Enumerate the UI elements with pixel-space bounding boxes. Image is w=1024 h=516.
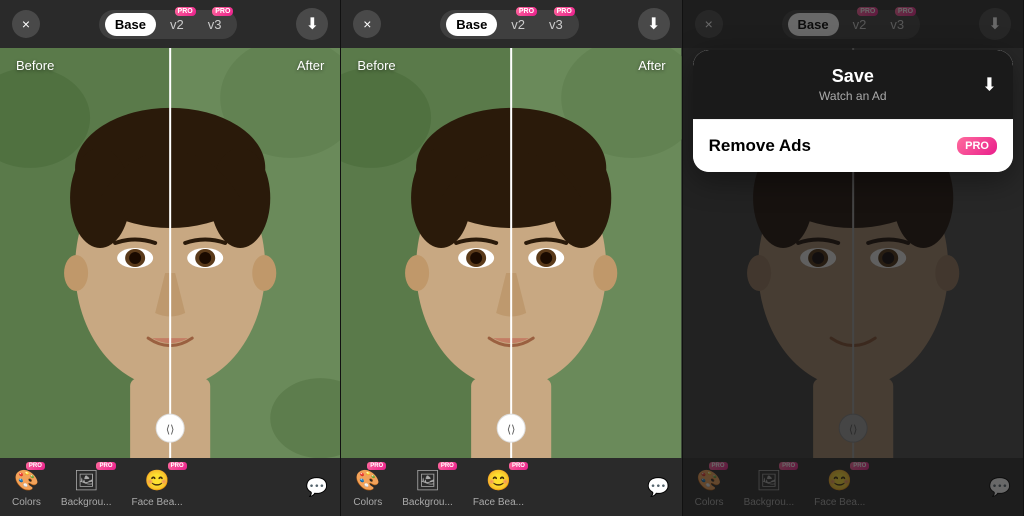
version-tabs-3: Base v2PRO v3PRO <box>782 10 921 39</box>
background-icon-2: 🖼 <box>414 466 442 494</box>
background-tool-2[interactable]: 🖼 Backgrou... PRO <box>402 466 453 508</box>
facebeauty-label-2: Face Bea... <box>473 497 524 508</box>
background-pro-2: PRO <box>438 462 457 470</box>
background-icon-1: 🖼 <box>72 466 100 494</box>
save-watch-ad-button[interactable]: Save Watch an Ad ⬇ <box>693 50 1013 119</box>
bottom-bar-2: 🎨 Colors PRO 🖼 Backgrou... PRO 😊 Face Be… <box>341 458 681 516</box>
tab-base-1[interactable]: Base <box>105 13 156 36</box>
svg-text:⟨⟩: ⟨⟩ <box>166 424 175 436</box>
tab-base-2[interactable]: Base <box>446 13 497 36</box>
watch-ad-text: Watch an Ad <box>709 89 997 103</box>
tab-v3-3[interactable]: v3PRO <box>880 13 914 36</box>
svg-text:⟨⟩: ⟨⟩ <box>849 424 858 436</box>
close-button-1[interactable]: × <box>12 10 40 38</box>
facebeauty-icon-3: 😊 <box>826 466 854 494</box>
colors-pro-3: PRO <box>709 462 728 470</box>
save-popup-overlay: Save Watch an Ad ⬇ Remove Ads PRO <box>693 50 1013 172</box>
colors-pro-2: PRO <box>367 462 386 470</box>
download-button-2[interactable]: ⬇ <box>638 8 670 40</box>
facebeauty-pro-2: PRO <box>509 462 528 470</box>
tab-v2-3[interactable]: v2PRO <box>843 13 877 36</box>
background-label-3: Backgrou... <box>744 497 795 508</box>
top-bar-2: × Base v2PRO v3PRO ⬇ <box>341 0 681 48</box>
bottom-icons-2: 🎨 Colors PRO 🖼 Backgrou... PRO 😊 Face Be… <box>353 466 524 508</box>
pro-badge-v2-2: PRO <box>516 7 537 16</box>
version-tabs-2: Base v2PRO v3PRO <box>440 10 579 39</box>
background-label-2: Backgrou... <box>402 497 453 508</box>
tab-v3-2[interactable]: v3PRO <box>539 13 573 36</box>
facebeauty-label-1: Face Bea... <box>132 497 183 508</box>
image-area-2: Before After <box>341 48 681 458</box>
colors-tool-3[interactable]: 🎨 Colors PRO <box>695 466 724 508</box>
save-title: Save <box>709 66 997 87</box>
svg-text:⟨⟩: ⟨⟩ <box>507 424 516 436</box>
colors-pro-1: PRO <box>26 462 45 470</box>
colors-label-2: Colors <box>353 497 382 508</box>
background-pro-1: PRO <box>96 462 115 470</box>
facebeauty-icon-1: 😊 <box>143 466 171 494</box>
download-button-3[interactable]: ⬇ <box>979 8 1011 40</box>
bottom-icons-1: 🎨 Colors PRO 🖼 Backgrou... PRO 😊 Face Be… <box>12 466 183 508</box>
panel-2: × Base v2PRO v3PRO ⬇ Before After <box>341 0 682 516</box>
bottom-bar-1: 🎨 Colors PRO 🖼 Backgrou... PRO 😊 Face Be… <box>0 458 340 516</box>
colors-icon-2: 🎨 <box>354 466 382 494</box>
tab-base-3[interactable]: Base <box>788 13 839 36</box>
facebeauty-pro-3: PRO <box>850 462 869 470</box>
panel-3: × Base v2PRO v3PRO ⬇ <box>683 0 1024 516</box>
bottom-bar-3: 🎨 Colors PRO 🖼 Backgrou... PRO 😊 Face Be… <box>683 458 1023 516</box>
tab-v3-1[interactable]: v3PRO <box>198 13 232 36</box>
facebeauty-tool-1[interactable]: 😊 Face Bea... PRO <box>132 466 183 508</box>
close-button-3[interactable]: × <box>695 10 723 38</box>
colors-icon-1: 🎨 <box>12 466 40 494</box>
tab-v2-2[interactable]: v2PRO <box>501 13 535 36</box>
colors-tool-1[interactable]: 🎨 Colors PRO <box>12 466 41 508</box>
pro-badge-v3-1: PRO <box>212 7 233 16</box>
save-download-icon: ⬇ <box>982 74 997 95</box>
face-image-1: ⟨⟩ <box>0 48 340 458</box>
remove-ads-label: Remove Ads <box>709 136 811 156</box>
close-button-2[interactable]: × <box>353 10 381 38</box>
pro-badge-v2-3: PRO <box>857 7 878 16</box>
colors-label-1: Colors <box>12 497 41 508</box>
colors-tool-2[interactable]: 🎨 Colors PRO <box>353 466 382 508</box>
background-tool-3[interactable]: 🖼 Backgrou... PRO <box>744 466 795 508</box>
background-tool-1[interactable]: 🖼 Backgrou... PRO <box>61 466 112 508</box>
top-bar-1: × Base v2PRO v3PRO ⬇ <box>0 0 340 48</box>
background-pro-3: PRO <box>779 462 798 470</box>
background-label-1: Backgrou... <box>61 497 112 508</box>
facebeauty-pro-1: PRO <box>168 462 187 470</box>
comment-icon-3[interactable]: 💬 <box>989 477 1011 498</box>
pro-badge-v3-3: PRO <box>895 7 916 16</box>
panel-1: × Base v2PRO v3PRO ⬇ Before After <box>0 0 341 516</box>
facebeauty-icon-2: 😊 <box>484 466 512 494</box>
remove-ads-button[interactable]: Remove Ads PRO <box>693 119 1013 172</box>
facebeauty-label-3: Face Bea... <box>814 497 865 508</box>
comment-icon-2[interactable]: 💬 <box>647 477 669 498</box>
colors-icon-3: 🎨 <box>695 466 723 494</box>
tab-v2-1[interactable]: v2PRO <box>160 13 194 36</box>
top-bar-3: × Base v2PRO v3PRO ⬇ <box>683 0 1023 48</box>
version-tabs-1: Base v2PRO v3PRO <box>99 10 238 39</box>
colors-label-3: Colors <box>695 497 724 508</box>
background-icon-3: 🖼 <box>755 466 783 494</box>
pro-badge-v2-1: PRO <box>175 7 196 16</box>
face-image-2: ⟨⟩ <box>341 48 681 458</box>
facebeauty-tool-2[interactable]: 😊 Face Bea... PRO <box>473 466 524 508</box>
image-area-1: Before After <box>0 48 340 458</box>
bottom-icons-3: 🎨 Colors PRO 🖼 Backgrou... PRO 😊 Face Be… <box>695 466 866 508</box>
pro-badge-v3-2: PRO <box>554 7 575 16</box>
download-button-1[interactable]: ⬇ <box>296 8 328 40</box>
comment-icon-1[interactable]: 💬 <box>306 477 328 498</box>
save-popup: Save Watch an Ad ⬇ Remove Ads PRO <box>693 50 1013 172</box>
facebeauty-tool-3[interactable]: 😊 Face Bea... PRO <box>814 466 865 508</box>
remove-ads-pro-badge: PRO <box>957 137 997 155</box>
